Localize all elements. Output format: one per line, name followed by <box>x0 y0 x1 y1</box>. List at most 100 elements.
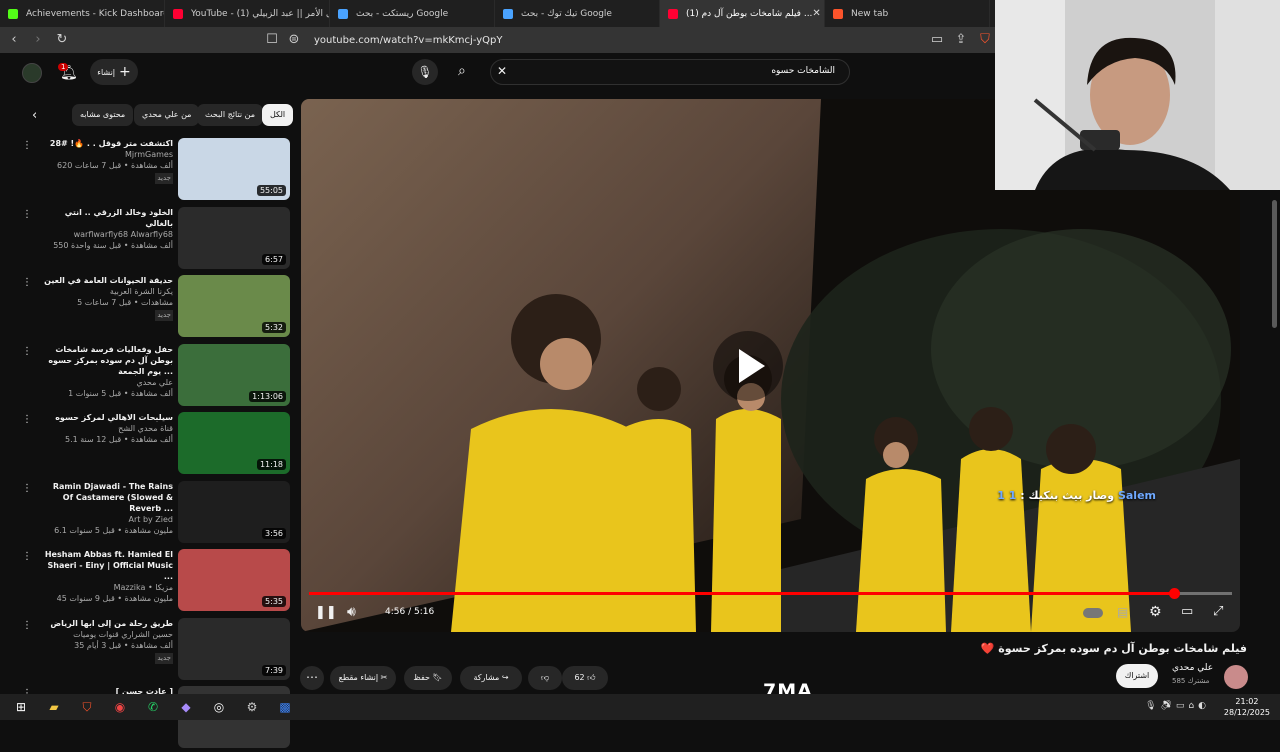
subscribe-button[interactable]: اشتراك <box>1116 664 1158 688</box>
list-item[interactable]: ⋮ حفل وفعاليات فرسة شامخات بوطن آل دم سود… <box>0 343 295 410</box>
play-icon[interactable] <box>713 331 783 401</box>
reco-thumbnail[interactable]: 5:32 <box>178 275 290 337</box>
tab-title: YouTube - (1) موال الأمر || عبد الزبيلي <box>191 8 329 19</box>
close-tab-icon[interactable]: ✕ <box>812 8 820 19</box>
more-actions-button[interactable]: ⋯ <box>300 666 324 690</box>
chip-from-search[interactable]: من نتائج البحث <box>197 104 264 126</box>
list-item[interactable]: ⋮ سيلبحات الاهالي لمركز حسوه قناة محدي الش… <box>0 412 295 478</box>
reco-thumbnail[interactable]: 1:13:06 <box>178 343 290 406</box>
app-icon[interactable]: ◉ <box>108 695 132 719</box>
list-item[interactable]: ⋮ Ramin Djawadi - The Rains Of Castamere … <box>0 480 295 547</box>
url-field[interactable]: youtube.com/watch?v=mkKmcj-yQpY <box>314 35 503 46</box>
clear-search-icon[interactable]: ✕ <box>497 64 507 78</box>
share-button[interactable]: مشاركة ↪ <box>460 666 522 690</box>
more-options-icon[interactable]: ⋮ <box>22 140 32 151</box>
browser-tab[interactable]: ريستكت - بحث Google <box>330 0 495 27</box>
chips-prev-icon[interactable]: ‹ <box>32 108 37 123</box>
reco-channel[interactable]: قناة محدي الشح <box>40 423 173 434</box>
reco-title[interactable]: الخلود وخالد الزرقي .. انتي بالغالي <box>40 207 173 229</box>
chip-from-channel[interactable]: من علي محدي <box>134 104 200 126</box>
browser-tab[interactable]: (1) فيلم شامخات بوطن آل دم ... ✕ <box>660 0 825 27</box>
streaming-app-icon[interactable]: ◆ <box>174 695 198 719</box>
scrubber-handle[interactable] <box>1168 588 1180 599</box>
search-icon[interactable]: ⌕ <box>458 63 466 79</box>
channel-avatar[interactable] <box>1224 665 1248 689</box>
back-icon[interactable]: ‹ <box>4 30 24 50</box>
subtitles-icon[interactable]: ▤ <box>1117 605 1128 619</box>
reco-thumbnail[interactable]: 11:18 <box>178 412 290 474</box>
list-item[interactable]: ⋮ طريق رحلة من إلى ابها الرياض حسين الشرار… <box>0 617 295 684</box>
like-button[interactable]: 62 👍︎ <box>562 666 608 690</box>
search-input[interactable]: ✕ الشامخات حسوه <box>490 59 850 85</box>
clip-button[interactable]: إنشاء مقطع ✂ <box>330 666 396 690</box>
chip-similar[interactable]: محتوى مشابه <box>72 104 134 126</box>
start-icon[interactable]: ⊞ <box>9 695 33 719</box>
more-options-icon[interactable]: ⋮ <box>22 414 32 425</box>
autoplay-toggle[interactable] <box>1083 608 1103 618</box>
browser-tab[interactable]: Achievements - Kick Dashboard <box>0 0 165 27</box>
list-item[interactable]: ⋮ حديقة الحيوانات العامة في العين يكرنا ال… <box>0 275 295 341</box>
settings-app-icon[interactable]: ⚙ <box>240 695 264 719</box>
more-options-icon[interactable]: ⋮ <box>22 277 32 288</box>
reco-title[interactable]: سيلبحات الاهالي لمركز حسوه <box>40 412 173 423</box>
browser-tab[interactable]: تيك توك - بحث Google <box>495 0 660 27</box>
list-item[interactable]: ⋮ اكتشفت متر قوقل . . 🔥! #28 MjrmGames 620 … <box>0 138 295 204</box>
reco-channel[interactable]: Art by Zied <box>40 514 174 525</box>
reco-thumbnail[interactable]: 55:05 <box>178 138 290 200</box>
more-options-icon[interactable]: ⋮ <box>22 620 32 631</box>
reload-icon[interactable]: ↻ <box>52 30 72 50</box>
reco-title[interactable]: Hesham Abbas ft. Hamied El Shaeri - Einy… <box>40 549 173 582</box>
theater-mode-icon[interactable]: ▭ <box>1181 604 1193 619</box>
share-page-icon[interactable]: ⇪ <box>951 30 971 50</box>
reco-thumbnail[interactable]: 7:39 <box>178 617 290 680</box>
file-explorer-icon[interactable]: ▰ <box>42 695 66 719</box>
reco-thumbnail[interactable]: 5:35 <box>178 549 290 611</box>
reco-channel[interactable]: علي محدي <box>40 377 173 388</box>
channel-name[interactable]: علي محدي <box>1172 663 1213 673</box>
save-button[interactable]: حفظ 🔖︎ <box>404 666 452 690</box>
list-item[interactable]: ⋮ الخلود وخالد الزرقي .. انتي بالغالي warf… <box>0 206 295 273</box>
whatsapp-icon[interactable]: ✆ <box>141 695 165 719</box>
cast-icon[interactable]: ▭ <box>927 30 947 50</box>
more-options-icon[interactable]: ⋮ <box>22 551 32 562</box>
pause-icon[interactable]: ❚❚ <box>315 605 337 620</box>
reco-title[interactable]: حفل وفعاليات فرسة شامخات بوطن آل دم سوده… <box>40 344 173 377</box>
avatar[interactable] <box>22 63 42 83</box>
reco-channel[interactable]: MjrmGames <box>40 149 173 160</box>
site-info-icon[interactable]: ⊜ <box>284 30 304 50</box>
dislike-button[interactable]: 👎︎ <box>528 666 562 690</box>
page-scrollbar[interactable] <box>1272 200 1277 328</box>
system-clock[interactable]: 21:02 28/12/2025 <box>1224 696 1270 718</box>
fullscreen-icon[interactable]: ⤢ <box>1213 604 1223 619</box>
more-options-icon[interactable]: ⋮ <box>22 346 32 357</box>
obs-icon[interactable]: ◎ <box>207 695 231 719</box>
brave-shield-icon[interactable]: ⛉ <box>975 30 995 50</box>
chip-all[interactable]: الكل <box>262 104 294 126</box>
reco-title[interactable]: طريق رحلة من إلى ابها الرياض <box>40 618 173 629</box>
volume-icon[interactable]: 🔊︎ <box>347 604 356 620</box>
reco-channel[interactable]: يكرنا الشرة العربية <box>40 286 173 297</box>
reco-thumbnail[interactable]: 6:57 <box>178 206 290 269</box>
reco-title[interactable]: Ramin Djawadi - The Rains Of Castamere (… <box>40 481 173 514</box>
browser-tab[interactable]: New tab <box>825 0 990 27</box>
list-item[interactable]: ⋮ Hesham Abbas ft. Hamied El Shaeri - Ein… <box>0 549 295 615</box>
create-button[interactable]: إنشاء + <box>90 59 138 85</box>
brave-icon[interactable]: ⛉ <box>75 695 99 719</box>
more-options-icon[interactable]: ⋮ <box>22 483 32 494</box>
voice-search-icon[interactable]: 🎙︎ <box>412 59 438 85</box>
system-tray[interactable]: 🎙︎🔊︎▭⌂◐ <box>1145 701 1210 711</box>
reco-title[interactable]: حديقة الحيوانات العامة في العين <box>40 275 173 286</box>
reco-channel[interactable]: حسين الشراري قنوات يوميات <box>40 629 173 640</box>
editor-app-icon[interactable]: ▩ <box>273 695 297 719</box>
progress-bar[interactable] <box>309 588 1232 599</box>
more-options-icon[interactable]: ⋮ <box>22 209 32 220</box>
browser-tab[interactable]: YouTube - (1) موال الأمر || عبد الزبيلي <box>165 0 330 27</box>
tab-title: New tab <box>851 8 889 19</box>
reco-thumbnail[interactable]: 3:56 <box>178 480 290 543</box>
settings-icon[interactable]: ⚙ <box>1149 604 1162 620</box>
reco-channel[interactable]: Mazzika • مزيكا <box>40 582 173 593</box>
forward-icon[interactable]: › <box>28 30 48 50</box>
reco-title[interactable]: اكتشفت متر قوقل . . 🔥! #28 <box>40 138 173 149</box>
bookmark-icon[interactable]: ☐ <box>262 30 282 50</box>
reco-channel[interactable]: warflwarfly68 Alwarfly68 <box>40 229 173 240</box>
